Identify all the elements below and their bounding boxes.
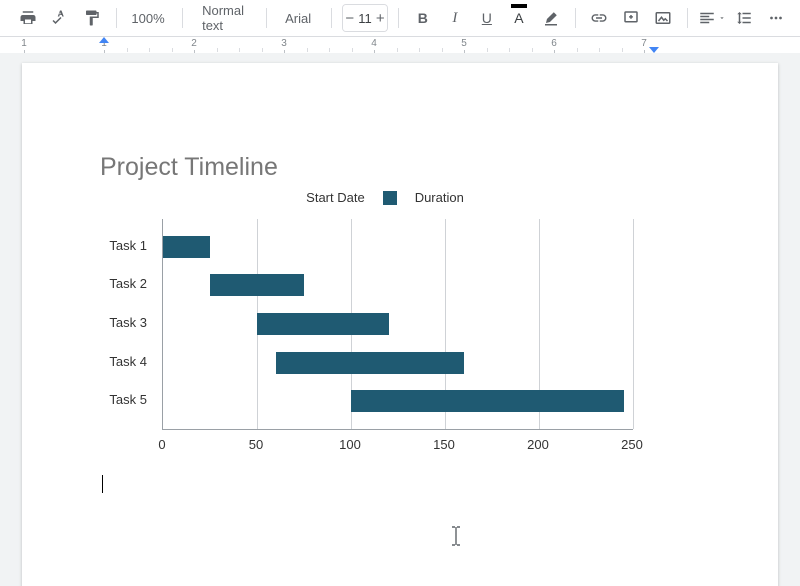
gantt-chart[interactable]: Project Timeline Start Date Duration Tas… bbox=[100, 153, 670, 453]
chevron-down-icon bbox=[718, 14, 726, 22]
line-spacing-button[interactable] bbox=[730, 4, 758, 32]
document-page[interactable]: Project Timeline Start Date Duration Tas… bbox=[22, 63, 778, 586]
first-line-indent-marker[interactable] bbox=[99, 37, 109, 43]
chart-row: Task 2 bbox=[163, 274, 633, 296]
font-family-select[interactable]: Arial bbox=[277, 4, 321, 32]
legend-label-duration: Duration bbox=[415, 190, 464, 205]
font-family-value: Arial bbox=[285, 11, 311, 26]
font-size-increase[interactable]: + bbox=[373, 5, 387, 31]
legend-swatch-duration bbox=[383, 191, 397, 205]
highlight-button[interactable] bbox=[537, 4, 565, 32]
font-size-stepper[interactable]: − 11 + bbox=[342, 4, 389, 32]
x-axis-tick: 100 bbox=[339, 437, 361, 452]
chart-legend: Start Date Duration bbox=[100, 190, 670, 205]
x-axis-tick: 250 bbox=[621, 437, 643, 452]
chart-bar bbox=[210, 274, 304, 296]
italic-button[interactable]: I bbox=[441, 4, 469, 32]
align-button[interactable] bbox=[698, 4, 726, 32]
paint-format-icon[interactable] bbox=[78, 4, 106, 32]
ibeam-icon bbox=[449, 525, 463, 547]
bold-button[interactable]: B bbox=[409, 4, 437, 32]
chart-bar bbox=[276, 352, 464, 374]
horizontal-ruler[interactable]: 11234567 bbox=[0, 37, 800, 54]
y-axis-label: Task 2 bbox=[109, 276, 147, 291]
y-axis-label: Task 3 bbox=[109, 315, 147, 330]
print-icon[interactable] bbox=[14, 4, 42, 32]
y-axis-label: Task 1 bbox=[109, 238, 147, 253]
x-axis-tick: 150 bbox=[433, 437, 455, 452]
chart-plot-area: Task 1 Task 2 Task 3 Task 4 Task 5 bbox=[162, 219, 633, 430]
font-size-decrease[interactable]: − bbox=[343, 5, 357, 31]
zoom-select[interactable]: 100% bbox=[127, 4, 172, 32]
x-axis-tick: 50 bbox=[249, 437, 263, 452]
x-axis-tick: 200 bbox=[527, 437, 549, 452]
chart-row: Task 5 bbox=[163, 390, 633, 412]
insert-comment-button[interactable] bbox=[617, 4, 645, 32]
text-cursor bbox=[102, 475, 103, 493]
chart-row: Task 1 bbox=[163, 236, 633, 258]
chart-row: Task 4 bbox=[163, 352, 633, 374]
y-axis-label: Task 5 bbox=[109, 392, 147, 407]
chart-bar bbox=[163, 236, 210, 258]
y-axis-label: Task 4 bbox=[109, 354, 147, 369]
more-button[interactable] bbox=[762, 4, 790, 32]
underline-button[interactable]: U bbox=[473, 4, 501, 32]
font-size-value[interactable]: 11 bbox=[357, 11, 373, 26]
paragraph-style-value: Normal text bbox=[202, 3, 244, 33]
document-workspace: Project Timeline Start Date Duration Tas… bbox=[0, 53, 800, 586]
toolbar: 100% Normal text Arial − 11 + B I U A bbox=[0, 0, 800, 37]
zoom-value: 100% bbox=[131, 11, 164, 26]
chart-row: Task 3 bbox=[163, 313, 633, 335]
x-axis-tick: 0 bbox=[158, 437, 165, 452]
spellcheck-icon[interactable] bbox=[46, 4, 74, 32]
text-color-button[interactable]: A bbox=[505, 4, 533, 32]
legend-label-start: Start Date bbox=[306, 190, 365, 205]
insert-image-button[interactable] bbox=[649, 4, 677, 32]
chart-title: Project Timeline bbox=[100, 153, 670, 182]
insert-link-button[interactable] bbox=[585, 4, 613, 32]
chart-x-axis: 050100150200250 bbox=[162, 437, 632, 455]
chart-bar bbox=[351, 390, 624, 412]
paragraph-style-select[interactable]: Normal text bbox=[192, 4, 256, 32]
chart-bar bbox=[257, 313, 389, 335]
